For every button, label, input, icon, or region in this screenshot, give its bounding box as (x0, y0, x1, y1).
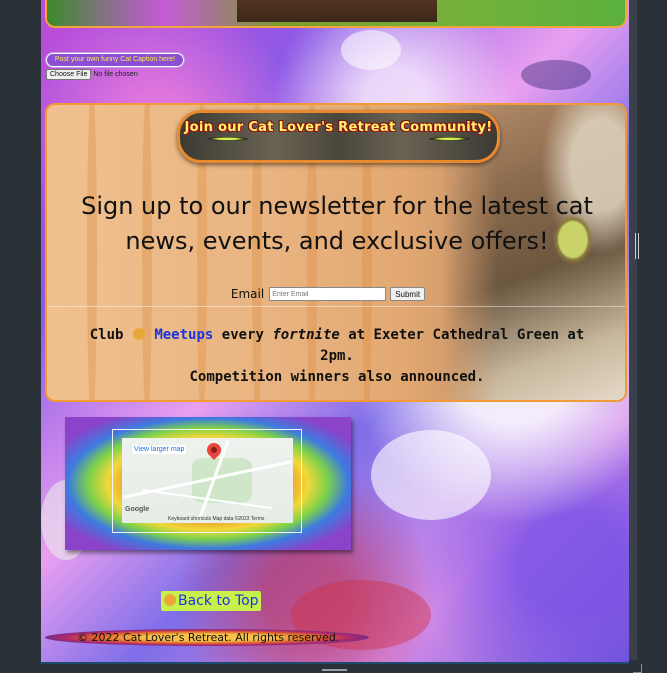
caption-prompt: Post your own funny Cat Caption here! (45, 52, 185, 68)
submit-button[interactable]: Submit (390, 287, 426, 301)
newsletter-section: Join our Cat Lover's Retreat Community! … (45, 103, 627, 402)
email-field[interactable] (269, 287, 387, 301)
back-to-top-link[interactable]: Back to Top (161, 591, 261, 611)
meetup-emphasis: fortnite (272, 327, 340, 343)
community-banner: Join our Cat Lover's Retreat Community! (177, 110, 500, 163)
paint-splat (371, 430, 491, 520)
bottom-resize-grip-icon[interactable] (322, 669, 347, 671)
paint-splat (521, 60, 591, 90)
left-window-gutter (0, 0, 40, 673)
meetup-part3: at Exeter Cathedral Green at 2pm. (320, 327, 585, 364)
splitter-grip-icon[interactable] (635, 233, 639, 259)
embedded-map[interactable]: View larger map Google Keyboard shortcut… (122, 438, 293, 523)
vertical-scrollbar[interactable] (629, 0, 637, 660)
newsletter-headline: Sign up to our newsletter for the latest… (81, 192, 593, 255)
page-viewport: Post your own funny Cat Caption here! Ch… (41, 0, 629, 662)
email-label: Email (230, 287, 265, 301)
section-divider (47, 306, 625, 307)
google-logo: Google (125, 506, 150, 513)
paw-icon (164, 594, 176, 606)
meetup-line2: Competition winners also announced. (189, 369, 485, 385)
meetups-link[interactable]: Meetups (154, 327, 213, 343)
paint-splat (341, 30, 401, 70)
file-upload-row: Choose File No file chosen (46, 68, 138, 80)
view-larger-map-link[interactable]: View larger map (132, 445, 187, 454)
file-status-text: No file chosen (93, 70, 138, 78)
top-photo (237, 0, 437, 22)
meetup-part1: Club (89, 327, 124, 343)
bottom-status-bar (40, 662, 629, 673)
back-to-top-label: Back to Top (178, 593, 259, 609)
choose-file-button[interactable]: Choose File (46, 68, 92, 80)
banner-text: Join our Cat Lover's Retreat Community! (184, 120, 493, 135)
corner-resize-icon[interactable] (633, 664, 642, 673)
copyright-text: © 2022 Cat Lover's Retreat. All rights r… (77, 631, 340, 644)
meetup-part2: every (221, 327, 264, 343)
map-attribution[interactable]: Keyboard shortcuts Map data ©2023 Terms (168, 516, 264, 522)
paw-icon (132, 328, 145, 340)
top-image-panel (45, 0, 627, 28)
email-form: Email Submit (47, 287, 625, 301)
meetup-text: Club Meetups every fortnite at Exeter Ca… (87, 325, 587, 388)
map-frame: View larger map Google Keyboard shortcut… (65, 417, 351, 550)
